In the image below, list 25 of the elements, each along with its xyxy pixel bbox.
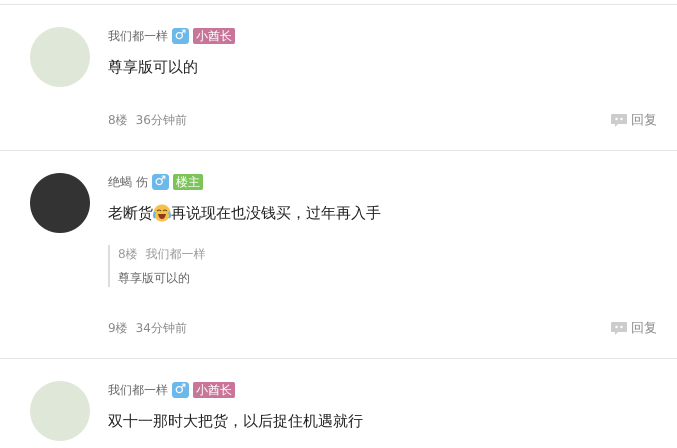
comment-text: 尊享版可以的 xyxy=(108,57,198,78)
rank-badge: 小酋长 xyxy=(193,382,235,398)
comment-text: 老断货 xyxy=(108,203,153,224)
quote-username: 我们都一样 xyxy=(146,246,206,262)
speech-bubble-icon xyxy=(611,322,627,335)
comment-text: 双十一那时大把货，以后捉住机遇就行 xyxy=(108,411,363,432)
speech-bubble-icon xyxy=(611,114,627,127)
floor-number: 9楼 xyxy=(108,320,128,338)
reply-button[interactable]: 回复 xyxy=(611,110,657,130)
quote-text: 尊享版可以的 xyxy=(118,270,191,286)
rank-badge: 楼主 xyxy=(172,174,203,190)
gender-badge: ♂ xyxy=(172,28,189,44)
reply-button[interactable]: 回复 xyxy=(611,318,657,338)
username[interactable]: 我们都一样 xyxy=(108,381,168,399)
timestamp: 34分钟前 xyxy=(136,320,187,338)
gender-badge: ♂ xyxy=(152,174,169,190)
gender-badge: ♂ xyxy=(172,382,189,398)
quote-floor: 8楼 xyxy=(118,246,138,262)
crying-laughing-emoji-icon xyxy=(153,204,171,222)
comment-text: 再说现在也没钱买，过年再入手 xyxy=(171,203,381,224)
username[interactable]: 绝蝎 伤 xyxy=(108,173,148,191)
timestamp: 36分钟前 xyxy=(136,112,187,130)
floor-number: 8楼 xyxy=(108,112,128,130)
username[interactable]: 我们都一样 xyxy=(108,27,168,45)
rank-badge: 小酋长 xyxy=(193,28,235,44)
